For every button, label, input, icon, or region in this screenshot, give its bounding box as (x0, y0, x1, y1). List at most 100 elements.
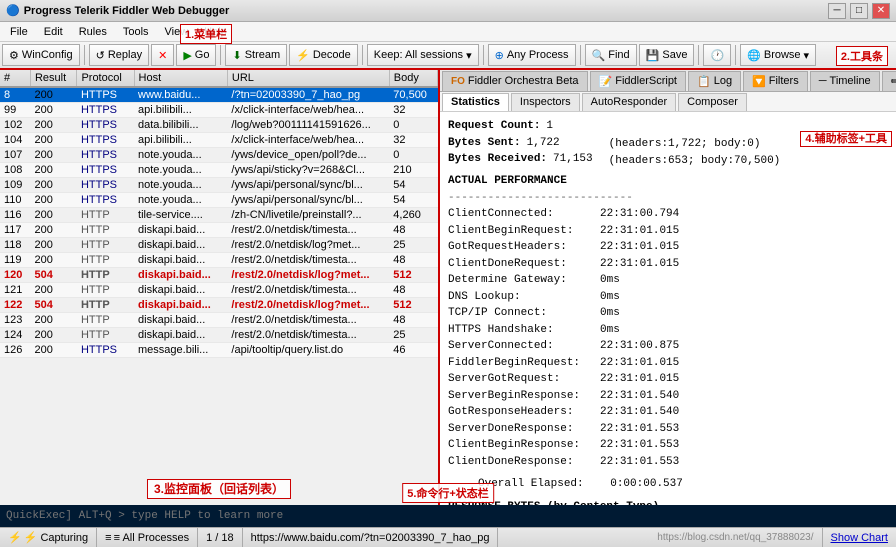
bytes-sent-label: Bytes Sent: (448, 135, 521, 152)
tab-timeline[interactable]: ─ Timeline (810, 71, 880, 91)
menu-edit[interactable]: Edit (36, 24, 71, 40)
menu-rules[interactable]: Rules (71, 24, 115, 40)
row-icon: 110 (0, 193, 30, 208)
row-url: /rest/2.0/netdisk/timesta... (227, 223, 389, 238)
row-host: diskapi.baid... (134, 283, 227, 298)
table-row[interactable]: 104200HTTPSapi.bilibili.../x/click-inter… (0, 133, 438, 148)
row-icon: 99 (0, 103, 30, 118)
row-icon: 124 (0, 328, 30, 343)
menu-file[interactable]: File (2, 24, 36, 40)
row-host: api.bilibili... (134, 103, 227, 118)
save-icon: 💾 (646, 49, 660, 62)
any-process-button[interactable]: ⊕ Any Process (488, 44, 576, 66)
row-icon: 108 (0, 163, 30, 178)
command-input[interactable] (6, 510, 890, 522)
remove-button[interactable]: ✕ (151, 44, 174, 66)
app-title: Progress Telerik Fiddler Web Debugger (24, 5, 230, 17)
subtab-statistics[interactable]: Statistics (442, 93, 509, 111)
row-body: 46 (389, 343, 437, 358)
tab-filters[interactable]: 🔽 Filters (743, 71, 808, 91)
server-connected-label: ServerConnected: (448, 340, 554, 352)
row-result: 200 (30, 87, 76, 103)
table-row[interactable]: 117200HTTPdiskapi.baid.../rest/2.0/netdi… (0, 223, 438, 238)
keep-button[interactable]: Keep: All sessions ▾ (367, 44, 479, 66)
sep5 (580, 45, 581, 65)
row-result: 200 (30, 208, 76, 223)
menu-help[interactable]: Help (196, 24, 235, 40)
stream-button[interactable]: ⬇ Stream (225, 44, 287, 66)
row-host: tile-service.... (134, 208, 227, 223)
row-host: message.bili... (134, 343, 227, 358)
overall-elapsed-label: Overall Elapsed: (448, 478, 584, 490)
replay-button[interactable]: ↺ Replay (89, 44, 149, 66)
row-result: 200 (30, 223, 76, 238)
table-row[interactable]: 107200HTTPSnote.youda.../yws/device_open… (0, 148, 438, 163)
row-host: note.youda... (134, 148, 227, 163)
clock-icon: 🕐 (710, 49, 724, 62)
clock-button[interactable]: 🕐 (703, 44, 731, 66)
table-row[interactable]: 121200HTTPdiskapi.baid.../rest/2.0/netdi… (0, 283, 438, 298)
row-icon: 123 (0, 313, 30, 328)
server-done-resp-label: ServerDoneResponse: (448, 423, 573, 435)
status-all-processes: ≡ ≡ All Processes (97, 528, 198, 547)
show-chart-button[interactable]: Show Chart (823, 528, 896, 547)
table-row[interactable]: 126200HTTPSmessage.bili.../api/tooltip/q… (0, 343, 438, 358)
row-host: diskapi.baid... (134, 268, 227, 283)
row-protocol: HTTP (77, 223, 134, 238)
row-body: 48 (389, 223, 437, 238)
request-count-label: Request Count: (448, 118, 540, 135)
got-request-hdrs-val: 22:31:01.015 (600, 239, 679, 256)
tab-composer[interactable]: ✏ Composer (882, 71, 896, 91)
status-capturing: ⚡ ⚡ Capturing (0, 528, 97, 547)
close-button[interactable]: ✕ (872, 3, 890, 19)
row-body: 70,500 (389, 87, 437, 103)
row-icon: 121 (0, 283, 30, 298)
table-row[interactable]: 122504HTTPdiskapi.baid.../rest/2.0/netdi… (0, 298, 438, 313)
table-row[interactable]: 119200HTTPdiskapi.baid.../rest/2.0/netdi… (0, 253, 438, 268)
fiddler-begin-req-val: 22:31:01.015 (600, 355, 679, 372)
table-row[interactable]: 109200HTTPSnote.youda.../yws/api/persona… (0, 178, 438, 193)
subtab-inspectors[interactable]: Inspectors (511, 93, 580, 111)
client-begin-resp-val: 22:31:01.553 (600, 437, 679, 454)
bytes-received-detail: (headers:653; body:70,500) (609, 153, 781, 170)
table-row[interactable]: 99200HTTPSapi.bilibili.../x/click-interf… (0, 103, 438, 118)
find-button[interactable]: 🔍 Find (585, 44, 637, 66)
status-blog: https://blog.csdn.net/qq_37888023/ (649, 528, 822, 547)
table-row[interactable]: 102200HTTPSdata.bilibili.../log/web?0011… (0, 118, 438, 133)
subtab-composer[interactable]: Composer (678, 93, 747, 111)
browse-button[interactable]: 🌐 Browse ▾ (740, 44, 816, 66)
table-row[interactable]: 123200HTTPdiskapi.baid.../rest/2.0/netdi… (0, 313, 438, 328)
menu-view[interactable]: View (157, 24, 197, 40)
row-body: 512 (389, 298, 437, 313)
session-table[interactable]: # Result Protocol Host URL Body 8200HTTP… (0, 70, 438, 505)
table-row[interactable]: 8200HTTPSwww.baidu.../?tn=02003390_7_hao… (0, 87, 438, 103)
go-button[interactable]: ▶ Go (176, 44, 216, 66)
save-button[interactable]: 💾 Save (639, 44, 695, 66)
maximize-button[interactable]: □ (850, 3, 868, 19)
tab-fiddler-script[interactable]: 📝 FiddlerScript (590, 71, 686, 91)
table-row[interactable]: 110200HTTPSnote.youda.../yws/api/persona… (0, 193, 438, 208)
capturing-icon: ⚡ (8, 531, 22, 544)
menu-tools[interactable]: Tools (115, 24, 157, 40)
row-protocol: HTTPS (77, 118, 134, 133)
table-row[interactable]: 108200HTTPSnote.youda.../yws/api/sticky?… (0, 163, 438, 178)
tab-fiddler-orchestra[interactable]: FO Fiddler Orchestra Beta (442, 71, 588, 91)
client-done-resp-val: 22:31:01.553 (600, 454, 679, 471)
table-row[interactable]: 116200HTTPtile-service..../zh-CN/livetil… (0, 208, 438, 223)
decode-button[interactable]: ⚡ Decode (289, 44, 358, 66)
decode-icon: ⚡ (296, 49, 310, 62)
tcpip-connect-val: 0ms (600, 305, 679, 322)
row-icon: 107 (0, 148, 30, 163)
row-result: 200 (30, 163, 76, 178)
row-body: 4,260 (389, 208, 437, 223)
client-done-req-label: ClientDoneRequest: (448, 258, 567, 270)
table-row[interactable]: 118200HTTPdiskapi.baid.../rest/2.0/netdi… (0, 238, 438, 253)
server-got-req-val: 22:31:01.015 (600, 371, 679, 388)
table-row[interactable]: 120504HTTPdiskapi.baid.../rest/2.0/netdi… (0, 268, 438, 283)
row-result: 200 (30, 238, 76, 253)
minimize-button[interactable]: ─ (828, 3, 846, 19)
tab-log[interactable]: 📋 Log (688, 71, 741, 91)
winconfig-button[interactable]: ⚙ WinConfig (2, 44, 80, 66)
subtab-autoresponder[interactable]: AutoResponder (582, 93, 676, 111)
table-row[interactable]: 124200HTTPdiskapi.baid.../rest/2.0/netdi… (0, 328, 438, 343)
